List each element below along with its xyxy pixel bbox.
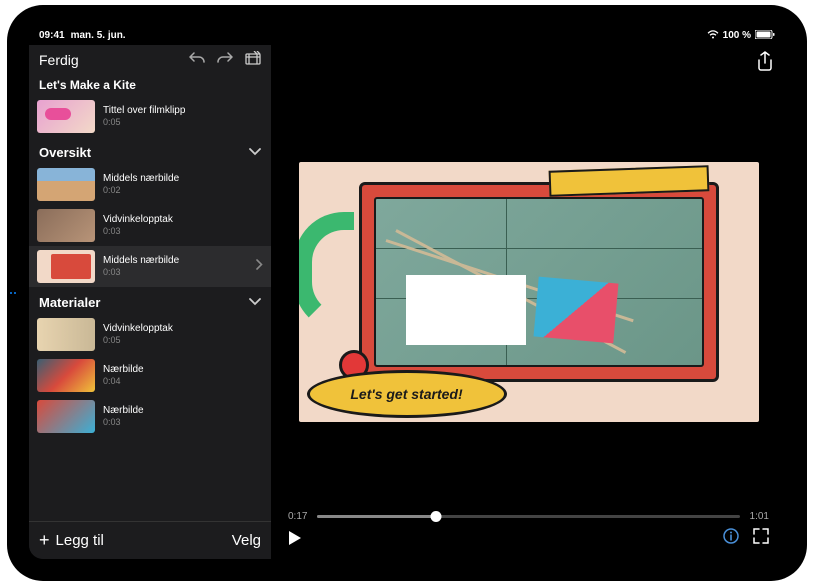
status-date: man. 5. jun. (71, 30, 126, 41)
clip-thumbnail (37, 250, 95, 283)
speech-bubble: Let's get started! (307, 370, 507, 418)
decor-frame (359, 182, 719, 382)
clip-thumbnail (37, 100, 95, 133)
section-header-oversikt[interactable]: Oversikt (29, 137, 271, 164)
done-button[interactable]: Ferdig (39, 52, 79, 68)
screen: 09:41 man. 5. jun. 100 % Ferdig (29, 27, 785, 559)
clip-name: Middels nærbilde (103, 255, 248, 267)
clip-name: Middels nærbilde (103, 173, 263, 185)
clip-thumbnail (37, 209, 95, 242)
clip-name: Tittel over filmklipp (103, 105, 263, 117)
status-time: 09:41 (39, 30, 65, 41)
clip-row-selected[interactable]: Middels nærbilde 0:03 (29, 246, 271, 287)
clip-name: Vidvinkelopptak (103, 214, 263, 226)
playback-controls: 0:17 1:01 (272, 507, 785, 559)
section-title: Oversikt (39, 145, 91, 160)
side-indicator (10, 292, 16, 294)
undo-icon[interactable] (189, 51, 205, 70)
clip-thumbnail (37, 400, 95, 433)
chevron-down-icon (249, 145, 261, 159)
app-content: Ferdig Let's Make a Kite (29, 45, 785, 559)
fullscreen-icon[interactable] (753, 528, 769, 549)
play-button[interactable] (288, 530, 302, 546)
info-icon[interactable] (723, 528, 739, 549)
plus-icon: + (39, 530, 50, 551)
sidebar: Ferdig Let's Make a Kite (29, 45, 272, 559)
clip-row[interactable]: Middels nærbilde 0:02 (29, 164, 271, 205)
chevron-down-icon (249, 295, 261, 309)
wifi-icon (707, 30, 719, 42)
add-label: Legg til (56, 532, 104, 549)
clip-row[interactable]: Nærbilde 0:03 (29, 396, 271, 437)
clip-name: Nærbilde (103, 364, 263, 376)
clip-duration: 0:05 (103, 335, 263, 345)
clip-list[interactable]: Tittel over filmklipp 0:05 Oversikt (29, 96, 271, 521)
chevron-right-icon (256, 259, 263, 273)
video-preview[interactable]: Let's get started! (299, 162, 759, 422)
section-title: Materialer (39, 295, 100, 310)
clip-duration: 0:05 (103, 117, 263, 127)
preview-area: Let's get started! (272, 77, 785, 507)
main-area: Let's get started! 0:17 1:01 (272, 45, 785, 559)
battery-text: 100 % (723, 30, 751, 41)
project-title: Let's Make a Kite (29, 76, 271, 96)
select-button[interactable]: Velg (232, 532, 261, 549)
decor-green-curl (299, 212, 354, 332)
status-bar: 09:41 man. 5. jun. 100 % (29, 27, 785, 45)
time-total: 1:01 (750, 511, 769, 522)
scrubber-progress (317, 515, 435, 518)
clip-duration: 0:03 (103, 267, 248, 277)
scrubber-track[interactable] (317, 515, 739, 518)
storyboard-icon[interactable] (245, 51, 261, 70)
clip-thumbnail (37, 359, 95, 392)
title-clip-row[interactable]: Tittel over filmklipp 0:05 (29, 96, 271, 137)
redo-icon[interactable] (217, 51, 233, 70)
clip-name: Vidvinkelopptak (103, 323, 263, 335)
clip-duration: 0:03 (103, 226, 263, 236)
share-icon[interactable] (757, 51, 773, 71)
clip-thumbnail (37, 318, 95, 351)
clip-row[interactable]: Vidvinkelopptak 0:05 (29, 314, 271, 355)
clip-row[interactable]: Vidvinkelopptak 0:03 (29, 205, 271, 246)
scrubber-playhead[interactable] (430, 511, 441, 522)
clip-row[interactable]: Nærbilde 0:04 (29, 355, 271, 396)
clip-duration: 0:04 (103, 376, 263, 386)
decor-tape (548, 165, 709, 197)
ipad-frame: 09:41 man. 5. jun. 100 % Ferdig (7, 5, 807, 581)
clip-duration: 0:02 (103, 185, 263, 195)
clip-name: Nærbilde (103, 405, 263, 417)
clip-thumbnail (37, 168, 95, 201)
section-header-materialer[interactable]: Materialer (29, 287, 271, 314)
add-button[interactable]: + Legg til (39, 530, 104, 551)
battery-icon (755, 30, 775, 42)
clip-duration: 0:03 (103, 417, 263, 427)
time-current: 0:17 (288, 511, 307, 522)
bubble-text: Let's get started! (350, 386, 462, 402)
